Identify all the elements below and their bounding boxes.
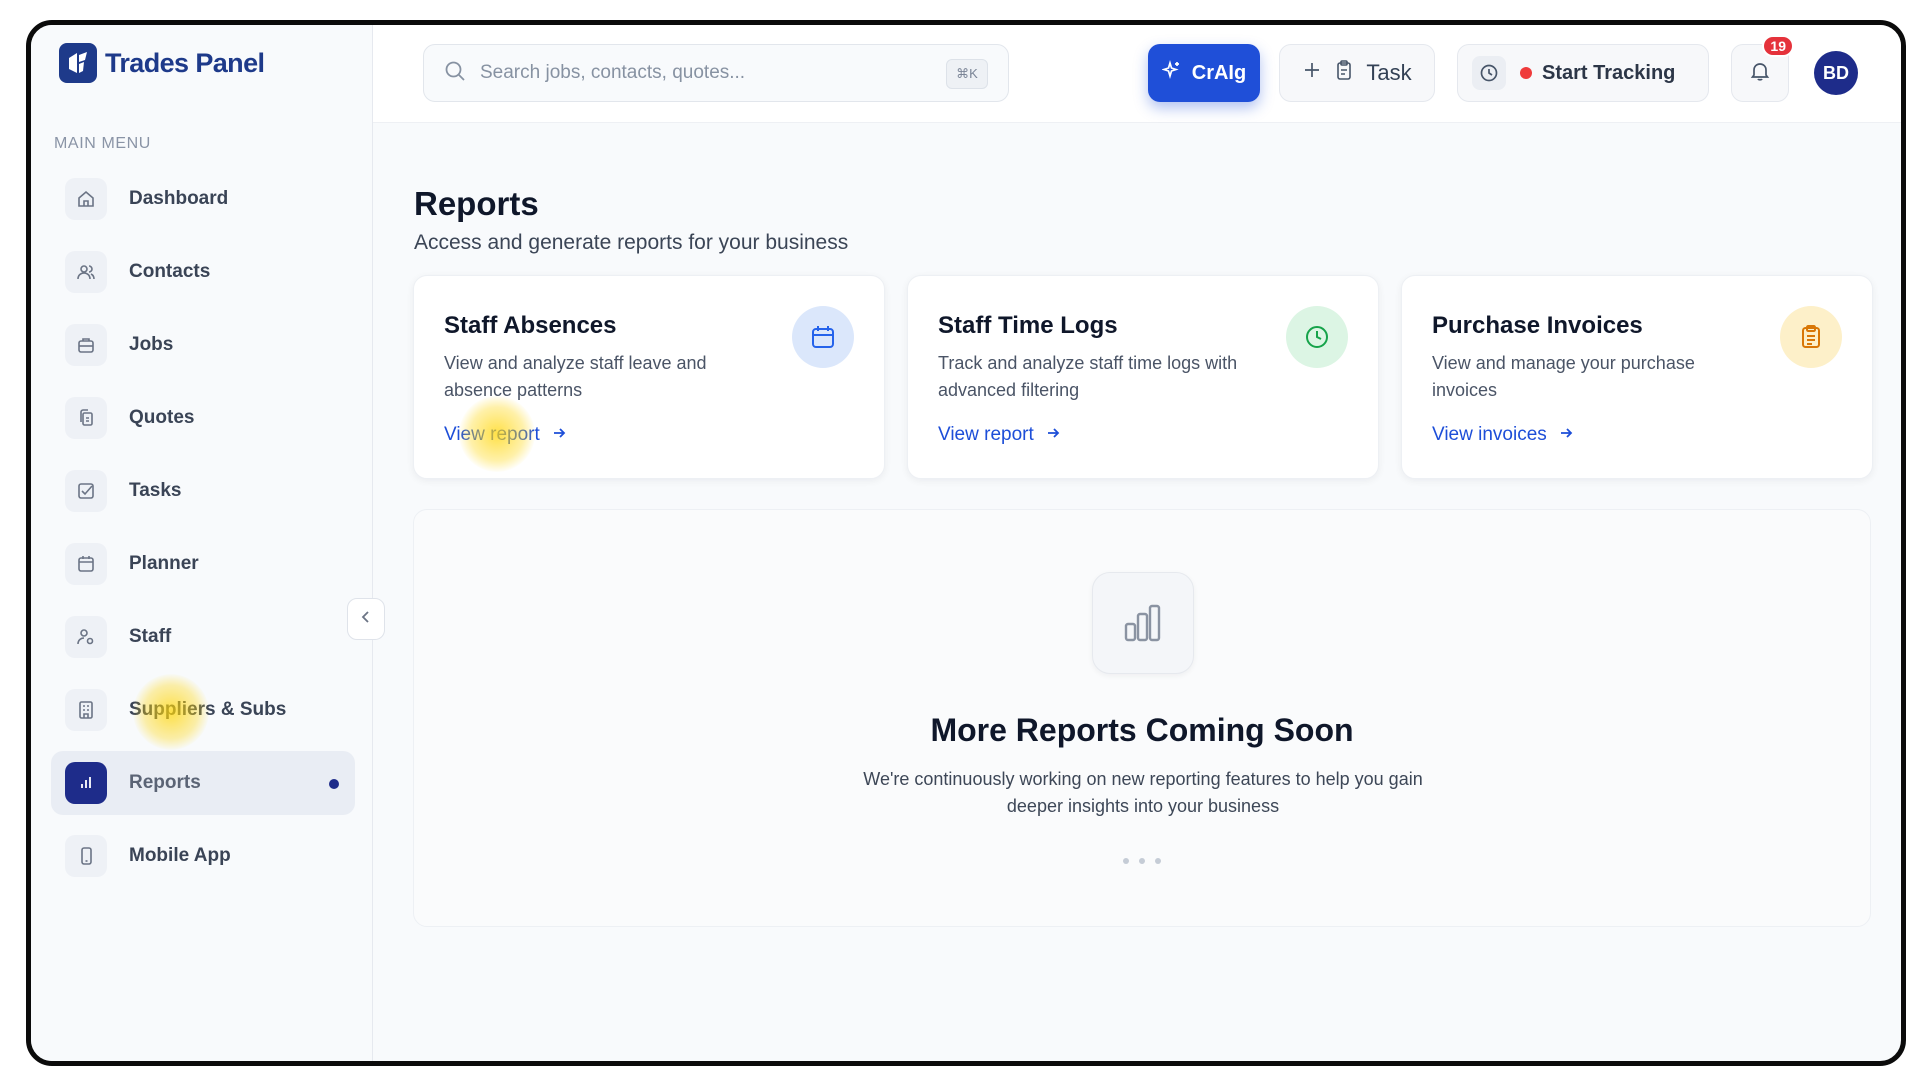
sidebar: Trades Panel MAIN MENU Dashboard Contact… bbox=[31, 25, 373, 1061]
sidebar-item-jobs[interactable]: Jobs bbox=[51, 313, 355, 377]
app-name: Trades Panel bbox=[105, 47, 265, 78]
sidebar-item-label: Contacts bbox=[129, 261, 211, 282]
main-content: Reports Access and generate reports for … bbox=[373, 123, 1901, 1061]
user-avatar[interactable]: BD bbox=[1814, 51, 1858, 95]
card-link-label: View report bbox=[444, 424, 540, 445]
sidebar-item-label: Reports bbox=[129, 772, 201, 793]
card-description: View and manage your purchase invoices bbox=[1432, 353, 1695, 400]
sparkles-icon bbox=[1161, 60, 1182, 86]
calendar-icon bbox=[65, 543, 107, 585]
sidebar-item-label: Suppliers & Subs bbox=[129, 699, 287, 720]
app-window: Trades Panel MAIN MENU Dashboard Contact… bbox=[26, 20, 1906, 1066]
sidebar-item-staff[interactable]: Staff bbox=[51, 605, 355, 669]
home-icon bbox=[65, 178, 107, 220]
view-report-link[interactable]: View report bbox=[444, 424, 566, 446]
sidebar-item-mobile-app[interactable]: Mobile App bbox=[51, 824, 355, 888]
users-icon bbox=[65, 251, 107, 293]
clock-icon bbox=[1472, 56, 1506, 90]
user-settings-icon bbox=[65, 616, 107, 658]
craig-ai-label: CrAIg bbox=[1191, 61, 1247, 84]
bar-chart-icon bbox=[65, 762, 107, 804]
arrow-right-icon bbox=[1559, 424, 1573, 446]
sidebar-item-planner[interactable]: Planner bbox=[51, 532, 355, 596]
craig-ai-button[interactable]: CrAIg bbox=[1148, 44, 1260, 102]
active-indicator-dot bbox=[329, 779, 339, 789]
bell-icon bbox=[1749, 60, 1771, 87]
sidebar-item-suppliers-subs[interactable]: Suppliers & Subs bbox=[51, 678, 355, 742]
page-subtitle: Access and generate reports for your bus… bbox=[414, 231, 849, 254]
logo-icon bbox=[59, 43, 97, 83]
view-report-link[interactable]: View report bbox=[938, 424, 1060, 446]
clock-icon bbox=[1286, 306, 1348, 368]
phone-icon bbox=[65, 835, 107, 877]
arrow-right-icon bbox=[552, 424, 566, 446]
coming-soon-description: We're continuously working on new report… bbox=[863, 769, 1423, 816]
search-box[interactable]: ⌘K bbox=[423, 44, 1009, 102]
search-input[interactable] bbox=[480, 62, 920, 84]
report-card-purchase-invoices[interactable]: Purchase Invoices View and manage your p… bbox=[1401, 275, 1873, 479]
sidebar-item-tasks[interactable]: Tasks bbox=[51, 459, 355, 523]
sidebar-item-contacts[interactable]: Contacts bbox=[51, 240, 355, 304]
notifications-badge: 19 bbox=[1762, 35, 1794, 57]
view-invoices-link[interactable]: View invoices bbox=[1432, 424, 1573, 446]
app-logo[interactable]: Trades Panel bbox=[59, 43, 265, 83]
sidebar-item-label: Quotes bbox=[129, 407, 195, 428]
checkbox-icon bbox=[65, 470, 107, 512]
calendar-icon bbox=[792, 306, 854, 368]
sidebar-item-label: Staff bbox=[129, 626, 172, 647]
search-shortcut-hint: ⌘K bbox=[946, 59, 988, 89]
card-link-label: View report bbox=[938, 424, 1034, 445]
briefcase-icon bbox=[65, 324, 107, 366]
add-task-label: Task bbox=[1366, 60, 1412, 85]
card-title: Staff Absences bbox=[444, 312, 617, 339]
card-title: Purchase Invoices bbox=[1432, 312, 1643, 339]
sidebar-item-label: Tasks bbox=[129, 480, 182, 501]
main-menu-heading: MAIN MENU bbox=[54, 135, 151, 152]
plus-icon bbox=[1302, 60, 1322, 86]
card-link-label: View invoices bbox=[1432, 424, 1547, 445]
coming-soon-panel: More Reports Coming Soon We're continuou… bbox=[413, 509, 1871, 927]
sidebar-item-dashboard[interactable]: Dashboard bbox=[51, 167, 355, 231]
report-card-staff-absences[interactable]: Staff Absences View and analyze staff le… bbox=[413, 275, 885, 479]
card-description: Track and analyze staff time logs with a… bbox=[938, 353, 1238, 400]
page-title: Reports bbox=[414, 185, 539, 222]
recording-dot-icon bbox=[1520, 67, 1532, 79]
add-task-button[interactable]: Task bbox=[1279, 44, 1435, 102]
collapse-sidebar-button[interactable] bbox=[347, 598, 385, 640]
clipboard-icon bbox=[1780, 306, 1842, 368]
sidebar-item-label: Mobile App bbox=[129, 845, 231, 866]
clipboard-icon bbox=[1334, 59, 1354, 87]
building-icon bbox=[65, 689, 107, 731]
sidebar-item-quotes[interactable]: Quotes bbox=[51, 386, 355, 450]
report-card-staff-time-logs[interactable]: Staff Time Logs Track and analyze staff … bbox=[907, 275, 1379, 479]
coming-soon-title: More Reports Coming Soon bbox=[930, 712, 1354, 748]
topbar: ⌘K CrAIg Task Start Tracking bbox=[373, 25, 1901, 123]
notifications-button[interactable]: 19 bbox=[1731, 35, 1794, 102]
sidebar-item-reports[interactable]: Reports bbox=[51, 751, 355, 815]
sidebar-item-label: Jobs bbox=[129, 334, 174, 355]
start-tracking-label: Start Tracking bbox=[1542, 61, 1676, 84]
arrow-right-icon bbox=[1046, 424, 1060, 446]
chevron-left-icon bbox=[359, 610, 373, 629]
search-icon bbox=[444, 60, 466, 87]
copy-icon bbox=[65, 397, 107, 439]
start-tracking-button[interactable]: Start Tracking bbox=[1457, 44, 1709, 102]
card-description: View and analyze staff leave and absence… bbox=[444, 353, 707, 400]
loading-dots bbox=[414, 858, 1870, 864]
main-nav: Dashboard Contacts Jobs Quotes Tasks Pla… bbox=[51, 167, 355, 897]
bar-chart-icon bbox=[1092, 572, 1194, 674]
sidebar-item-label: Planner bbox=[129, 553, 199, 574]
sidebar-item-label: Dashboard bbox=[129, 188, 229, 209]
card-title: Staff Time Logs bbox=[938, 312, 1118, 339]
